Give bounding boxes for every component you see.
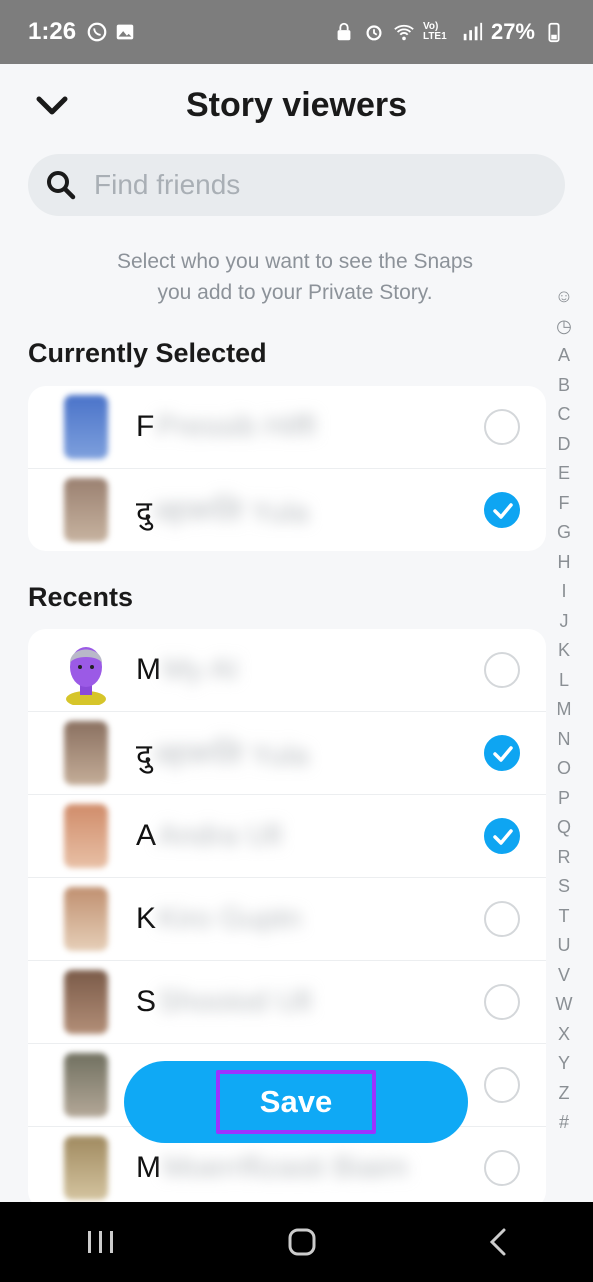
bitmoji-avatar <box>66 647 106 705</box>
page-title: Story viewers <box>185 85 408 124</box>
avatar <box>64 478 108 542</box>
list-item[interactable]: दुल्हारूलि Yula <box>28 469 546 551</box>
select-checkbox[interactable] <box>484 984 520 1020</box>
select-checkbox[interactable] <box>484 1150 520 1186</box>
avatar <box>64 721 108 785</box>
section-title-recents: Recents <box>28 582 134 612</box>
chevron-down-icon <box>36 96 68 115</box>
index-letter[interactable]: Y <box>558 1049 570 1079</box>
hint-line-1: Select who you want to see the Snaps <box>116 250 474 273</box>
select-checkbox[interactable] <box>484 735 520 771</box>
hint-line-2: you add to your Private Story. <box>157 281 433 304</box>
index-letter[interactable]: # <box>559 1108 569 1138</box>
search-icon <box>47 171 76 200</box>
avatar <box>64 887 108 951</box>
list-item[interactable]: AAndra Ull <box>28 795 546 878</box>
battery-icon <box>548 22 560 43</box>
index-letter[interactable]: N <box>558 725 571 755</box>
signal-icon <box>463 22 483 41</box>
index-letter[interactable]: F <box>559 489 570 519</box>
header: Story viewers <box>0 64 593 146</box>
select-checkbox[interactable] <box>484 492 520 528</box>
index-letter[interactable]: L <box>559 666 569 696</box>
wifi-icon <box>394 24 414 41</box>
back-icon[interactable] <box>488 1227 508 1257</box>
friend-name: दुल्हारूलि Yula <box>136 495 309 529</box>
select-checkbox[interactable] <box>484 652 520 688</box>
index-letter[interactable]: R <box>558 843 571 873</box>
alarm-icon <box>366 25 382 41</box>
status-left-icons <box>86 21 136 43</box>
battery-percent: 27% <box>490 19 535 44</box>
status-time: 1:26 <box>28 18 77 45</box>
hint-text: Select who you want to see the Snaps you… <box>60 246 530 308</box>
avatar <box>64 1053 108 1117</box>
index-letter[interactable]: Z <box>559 1079 570 1109</box>
status-right: Vo) LTE1 27% <box>333 19 565 45</box>
select-checkbox[interactable] <box>484 409 520 445</box>
index-letter[interactable]: E <box>558 459 570 489</box>
index-letter[interactable]: Q <box>557 813 571 843</box>
friend-name: KKiro Guptn <box>136 902 302 935</box>
index-letter[interactable]: O <box>557 754 571 784</box>
index-letter[interactable]: W <box>556 990 573 1020</box>
select-checkbox[interactable] <box>484 1067 520 1103</box>
friend-name: FPressib Hiffl <box>136 410 316 443</box>
friend-name: SShooiod Ull <box>136 985 312 1018</box>
system-nav-bar <box>0 1202 593 1282</box>
home-icon[interactable] <box>287 1227 317 1257</box>
save-button[interactable]: Save <box>124 1061 468 1143</box>
index-letter[interactable]: H <box>558 548 571 578</box>
list-item[interactable]: FPressib Hiffl <box>28 386 546 469</box>
select-checkbox[interactable] <box>484 901 520 937</box>
index-letter[interactable]: V <box>558 961 570 991</box>
whatsapp-icon <box>87 22 107 42</box>
index-letter[interactable]: I <box>561 577 566 607</box>
index-letter[interactable]: X <box>558 1020 570 1050</box>
index-letter[interactable]: D <box>558 430 571 460</box>
list-item[interactable]: SShooiod Ull <box>28 961 546 1044</box>
index-letter[interactable]: J <box>560 607 569 637</box>
index-letter[interactable]: B <box>558 371 570 401</box>
avatar <box>64 804 108 868</box>
friend-name: AAndra Ull <box>136 819 282 852</box>
list-item[interactable]: KKiro Guptn <box>28 878 546 961</box>
friend-name: दुल्हारूलि Yula <box>136 738 309 772</box>
network-label: Vo) LTE1 <box>422 21 447 42</box>
recent-apps-icon[interactable] <box>86 1229 116 1255</box>
back-button[interactable] <box>30 84 74 128</box>
friend-name: MMy AI <box>136 653 239 686</box>
lock-icon <box>337 22 351 41</box>
index-letter[interactable]: G <box>557 518 571 548</box>
alphabet-index[interactable]: ☺ ◷ A B C D E F G H I J K L M N O P Q R S T U V W X Y Z # <box>550 282 578 1138</box>
list-item[interactable]: MMy AI <box>28 629 546 712</box>
index-letter[interactable]: P <box>558 784 570 814</box>
index-letter[interactable]: ☺ <box>555 282 573 312</box>
search-bar[interactable] <box>28 154 565 216</box>
index-letter[interactable]: K <box>558 636 570 666</box>
friend-name: MMoerrlfizasti Biaim <box>136 1151 409 1184</box>
status-bar: 1:26 Vo) LTE1 27% <box>0 0 593 64</box>
index-letter[interactable]: S <box>558 872 570 902</box>
section-title-currently-selected: Currently Selected <box>28 338 267 368</box>
image-icon <box>116 24 134 40</box>
index-letter[interactable]: U <box>558 931 571 961</box>
search-input[interactable] <box>92 168 516 202</box>
avatar <box>64 970 108 1034</box>
currently-selected-list: FPressib Hiffl दुल्हारूलि Yula <box>28 386 546 551</box>
avatar <box>64 395 108 459</box>
index-letter[interactable]: M <box>557 695 572 725</box>
avatar <box>64 1136 108 1200</box>
save-button-label: Save <box>215 1070 377 1134</box>
index-letter[interactable]: C <box>558 400 571 430</box>
list-item[interactable]: दुल्हारूलि Yula <box>28 712 546 795</box>
select-checkbox[interactable] <box>484 818 520 854</box>
index-letter[interactable]: A <box>558 341 570 371</box>
index-letter[interactable]: T <box>559 902 570 932</box>
index-letter[interactable]: ◷ <box>556 312 572 342</box>
